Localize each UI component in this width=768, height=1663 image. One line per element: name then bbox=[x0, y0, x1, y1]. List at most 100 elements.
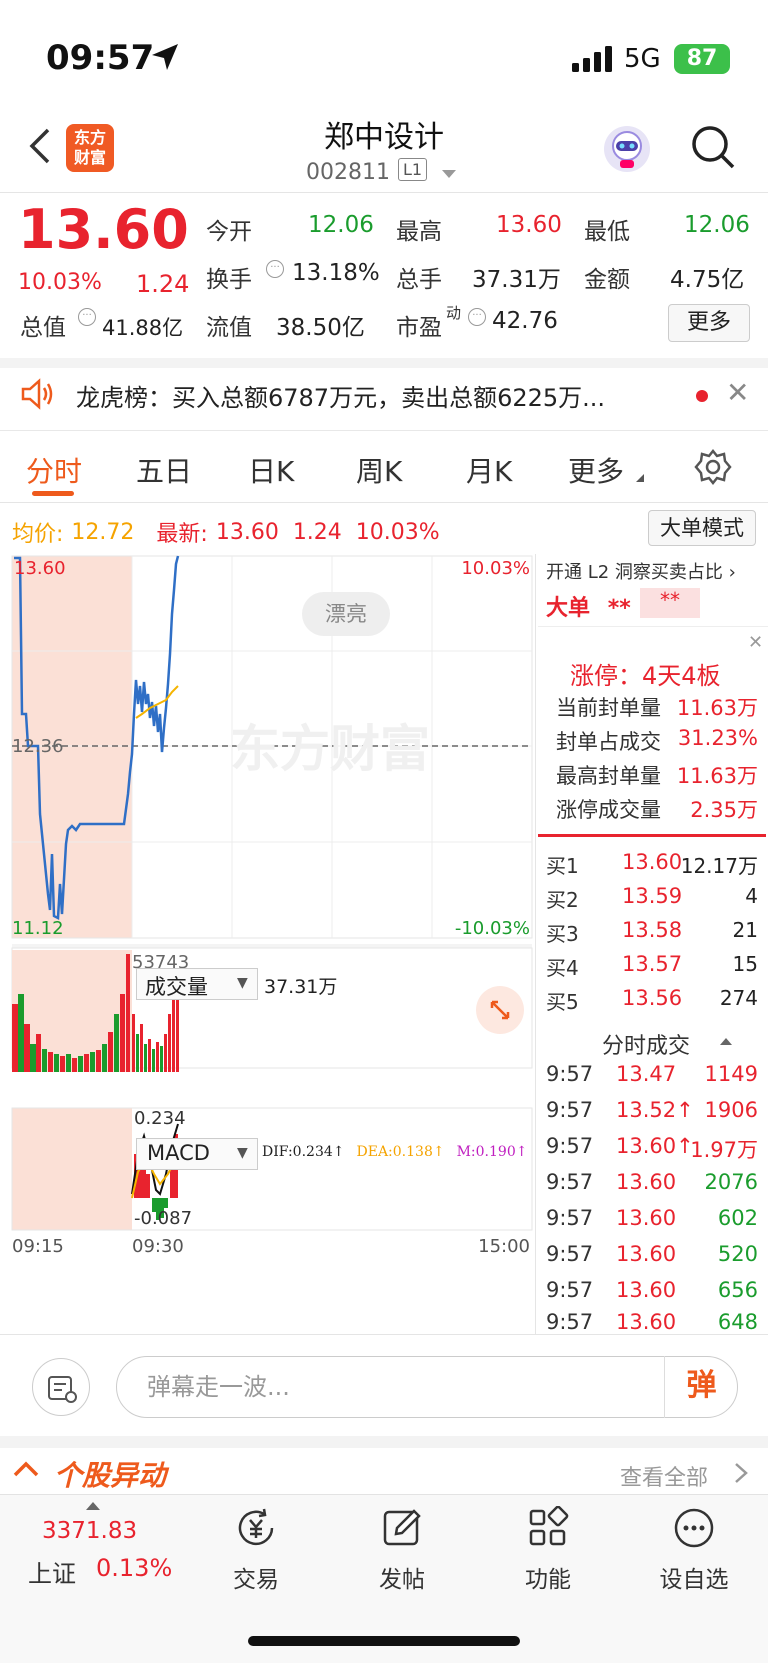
pe-dynamic-sup: 动 bbox=[446, 304, 462, 322]
open-value: 12.06 bbox=[308, 212, 374, 238]
tab-trade[interactable]: 交易 bbox=[206, 1506, 306, 1594]
macd-indicator-select[interactable]: MACD ▼ bbox=[136, 1138, 258, 1170]
tab-watchlist[interactable]: 设自选 bbox=[644, 1506, 744, 1594]
robot-assistant-icon[interactable] bbox=[604, 126, 650, 172]
barrage-input[interactable]: 弹幕走一波... bbox=[116, 1356, 738, 1418]
tab-label: 设自选 bbox=[659, 1567, 729, 1593]
orderbook-price: 13.58 bbox=[622, 918, 683, 942]
float-mv-value: 38.50亿 bbox=[276, 315, 365, 341]
tab-daily-k[interactable]: 日K bbox=[248, 450, 294, 490]
home-indicator[interactable] bbox=[248, 1636, 520, 1646]
dif-value: DIF:0.234↑ bbox=[262, 1144, 345, 1160]
y-bot-label: 11.12 bbox=[12, 918, 64, 939]
volume-select-label: 成交量 bbox=[145, 975, 208, 999]
pe-value: 42.76 bbox=[492, 308, 558, 334]
index-name[interactable]: 上证 bbox=[28, 1554, 76, 1589]
tick-volume: 1906 bbox=[704, 1098, 758, 1122]
limit-row-value: 2.35万 bbox=[690, 798, 758, 822]
level-badge[interactable]: L1 bbox=[398, 158, 428, 181]
orderbook-price: 13.56 bbox=[622, 986, 683, 1010]
tick-price: 13.60 bbox=[616, 1242, 677, 1266]
total-mv-label: 总值 bbox=[20, 315, 66, 341]
dots-more-icon bbox=[674, 1508, 714, 1548]
collapse-caret-icon[interactable] bbox=[720, 1038, 732, 1045]
view-all-link[interactable]: 查看全部 bbox=[620, 1460, 708, 1492]
big-order-mode-button[interactable]: 大单模式 bbox=[648, 510, 756, 546]
code-dropdown-icon[interactable] bbox=[442, 170, 456, 178]
signal-icon bbox=[572, 46, 612, 72]
panel-gap bbox=[12, 1104, 532, 1108]
dropdown-caret-icon: ▼ bbox=[237, 975, 248, 991]
latest-label: 最新: bbox=[156, 522, 208, 547]
avg-price-row: 均价: 12.72 最新: 13.60 1.24 10.03% bbox=[12, 516, 440, 548]
tab-post[interactable]: 发帖 bbox=[352, 1506, 452, 1594]
intraday-chart[interactable]: 东方财富 13.60 12.36 11.12 10.03% -10.03% 53… bbox=[0, 554, 535, 1344]
pe-label: 市盈 bbox=[396, 315, 442, 341]
active-tab-underline bbox=[32, 491, 74, 496]
index-pct[interactable]: 0.13% bbox=[96, 1554, 172, 1582]
orderbook-label: 买3 bbox=[546, 922, 579, 946]
section-divider bbox=[0, 358, 768, 368]
more-quote-button[interactable]: 更多 bbox=[668, 304, 750, 342]
close-icon[interactable]: ✕ bbox=[726, 376, 749, 409]
info-icon[interactable]: ··· bbox=[78, 308, 96, 326]
amount-value: 4.75亿 bbox=[670, 267, 745, 293]
low-label: 最低 bbox=[584, 219, 630, 245]
stock-code[interactable]: 002811 bbox=[306, 160, 390, 185]
time-open-label: 09:30 bbox=[132, 1236, 184, 1257]
dropdown-caret-icon: ▼ bbox=[237, 1145, 248, 1161]
orderbook-volume: 15 bbox=[732, 952, 758, 976]
info-icon[interactable]: ··· bbox=[468, 308, 486, 326]
index-value[interactable]: 3371.83 bbox=[42, 1518, 137, 1544]
high-value: 13.60 bbox=[496, 212, 562, 238]
pretty-button[interactable]: 漂亮 bbox=[302, 592, 390, 636]
orderbook-price: 13.59 bbox=[622, 884, 683, 908]
orderbook-label: 买1 bbox=[546, 854, 579, 878]
divider bbox=[0, 1334, 768, 1335]
tick-price: 13.60 bbox=[616, 1278, 677, 1302]
volume-total: 37.31万 bbox=[264, 976, 338, 998]
tick-price: 13.47 bbox=[616, 1062, 677, 1086]
volume-indicator-select[interactable]: 成交量 ▼ bbox=[136, 968, 258, 1000]
search-icon[interactable] bbox=[690, 124, 736, 170]
l2-promo-link[interactable]: 开通 L2 洞察买卖占比 › bbox=[546, 558, 736, 584]
tick-time: 9:57 bbox=[546, 1062, 594, 1086]
tab-label: 发帖 bbox=[379, 1567, 425, 1593]
tab-function[interactable]: 功能 bbox=[498, 1505, 598, 1594]
chevron-up-icon[interactable] bbox=[12, 1460, 40, 1478]
unread-dot bbox=[696, 390, 708, 402]
change-value: 1.24 bbox=[136, 270, 190, 298]
tick-volume: 648 bbox=[717, 1310, 758, 1334]
volume-label: 总手 bbox=[396, 267, 442, 293]
tick-price: 13.60 bbox=[616, 1206, 677, 1230]
high-label: 最高 bbox=[396, 219, 442, 245]
ticks-title[interactable]: 分时成交 bbox=[602, 1028, 690, 1060]
tab-monthly-k[interactable]: 月K bbox=[466, 450, 512, 490]
float-mv-label: 流值 bbox=[206, 315, 252, 341]
orderbook-label: 买2 bbox=[546, 888, 579, 912]
info-icon[interactable]: ··· bbox=[266, 260, 284, 278]
barrage-settings-icon[interactable] bbox=[32, 1358, 90, 1416]
status-bar: 09:57 5G 87 bbox=[0, 0, 768, 110]
dropdown-corner-icon bbox=[636, 474, 644, 482]
speaker-icon bbox=[21, 378, 53, 410]
section-divider bbox=[0, 1436, 768, 1448]
barrage-send-button[interactable]: 弹 bbox=[664, 1356, 738, 1418]
tab-weekly-k[interactable]: 周K bbox=[356, 450, 402, 490]
close-icon[interactable]: ✕ bbox=[748, 632, 763, 653]
dragon-tiger-text[interactable]: 龙虎榜：买入总额6787万元，卖出总额6225万... bbox=[76, 378, 676, 413]
tab-more[interactable]: 更多 bbox=[568, 450, 624, 490]
tick-price: 13.52↑ bbox=[616, 1098, 694, 1122]
gear-icon[interactable] bbox=[694, 448, 732, 486]
stock-name: 郑中设计 bbox=[324, 120, 444, 155]
tab-intraday[interactable]: 分时 bbox=[26, 450, 82, 490]
tab-five-day[interactable]: 五日 bbox=[136, 450, 192, 490]
big-order-stars: ** bbox=[607, 596, 631, 621]
stock-alert-title[interactable]: 个股异动 bbox=[54, 1454, 166, 1494]
chevron-right-icon[interactable] bbox=[734, 1462, 748, 1484]
avg-label: 均价: bbox=[12, 522, 64, 547]
yuan-exchange-icon bbox=[238, 1508, 274, 1546]
divider bbox=[0, 502, 768, 503]
orderbook-volume: 12.17万 bbox=[680, 854, 758, 878]
network-type: 5G bbox=[624, 44, 661, 74]
